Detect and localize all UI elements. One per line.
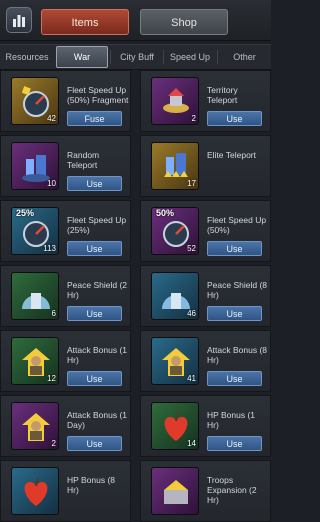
item-name: Territory Teleport (207, 85, 238, 105)
item-name: HP Bonus (1 Hr) (207, 410, 256, 430)
category-tabs: Resources War City Buff Speed Up Other (0, 44, 271, 70)
item-icon-frame: 25% 113 (11, 207, 59, 255)
item-icon-frame: 50% 52 (151, 207, 199, 255)
item-name: Troops Expansion (2 Hr) (207, 475, 257, 505)
item-name: Peace Shield (2 Hr) (67, 280, 128, 300)
item-card[interactable]: 6 Peace Shield (2 Hr) Use (0, 265, 131, 327)
tab-shop[interactable]: Shop (140, 9, 228, 35)
item-icon-frame (151, 467, 199, 515)
item-name: Attack Bonus (1 Hr) (67, 345, 128, 365)
item-count: 42 (47, 114, 56, 123)
bar-chart-icon (13, 15, 25, 27)
item-name: Peace Shield (8 Hr) (207, 280, 268, 300)
top-bar: Items Shop (0, 0, 271, 41)
item-count: 52 (187, 244, 196, 253)
troops-expansion-icon (164, 480, 188, 504)
item-count: 10 (47, 179, 56, 188)
subtab-war[interactable]: War (56, 46, 108, 68)
item-grid: 42 Fleet Speed Up (50%) Fragment Fuse 2 Terr… (0, 68, 271, 522)
subtab-city-buff[interactable]: City Buff (112, 45, 162, 69)
item-card[interactable]: 42 Fleet Speed Up (50%) Fragment Fuse (0, 70, 131, 132)
item-icon-frame: 12 (11, 337, 59, 385)
use-button[interactable]: Use (67, 176, 122, 191)
item-count: 12 (47, 374, 56, 383)
item-card[interactable]: 12 Attack Bonus (1 Hr) Use (0, 330, 131, 392)
percent-label: 50% (156, 208, 175, 218)
use-button[interactable]: Use (67, 241, 122, 256)
item-card[interactable]: 46 Peace Shield (8 Hr) Use (140, 265, 271, 327)
item-count: 6 (51, 309, 56, 318)
use-button[interactable]: Use (207, 306, 262, 321)
item-count: 14 (187, 439, 196, 448)
item-count: 46 (187, 309, 196, 318)
tab-items[interactable]: Items (41, 9, 129, 35)
item-icon-frame: 2 (11, 402, 59, 450)
soldier-icon (22, 413, 50, 441)
use-button[interactable]: Use (207, 436, 262, 451)
item-name: HP Bonus (8 Hr) (67, 475, 116, 495)
subtab-speed-up[interactable]: Speed Up (164, 45, 216, 69)
item-name: Elite Teleport (207, 150, 256, 160)
item-icon-frame: 41 (151, 337, 199, 385)
item-card[interactable]: 50% 52 Fleet Speed Up (50%) Use (140, 200, 271, 262)
item-count: 17 (187, 179, 196, 188)
item-card[interactable]: 17 Elite Teleport (140, 135, 271, 197)
fuse-button[interactable]: Fuse (67, 111, 122, 126)
use-button[interactable]: Use (67, 436, 122, 451)
item-name: Fleet Speed Up (50%) Fragment (67, 85, 129, 105)
item-count: 113 (43, 244, 56, 253)
item-name: Fleet Speed Up (25%) (67, 215, 127, 235)
item-card[interactable]: 41 Attack Bonus (8 Hr) Use (140, 330, 271, 392)
item-icon-frame: 17 (151, 142, 199, 190)
item-icon-frame: 42 (11, 77, 59, 125)
item-name: Fleet Speed Up (50%) (207, 215, 267, 235)
item-name: Attack Bonus (8 Hr) (207, 345, 268, 365)
use-button[interactable]: Use (207, 371, 262, 386)
use-button[interactable]: Use (67, 371, 122, 386)
item-card[interactable]: 14 HP Bonus (1 Hr) Use (140, 395, 271, 457)
item-card[interactable]: 25% 113 Fleet Speed Up (25%) Use (0, 200, 131, 262)
item-card[interactable]: 2 Territory Teleport Use (140, 70, 271, 132)
item-count: 2 (191, 114, 196, 123)
use-button[interactable]: Use (207, 111, 262, 126)
stats-button[interactable] (6, 7, 32, 33)
item-count: 2 (51, 439, 56, 448)
percent-label: 25% (16, 208, 35, 218)
item-name: Random Teleport (67, 150, 100, 170)
territory-teleport-icon (163, 88, 189, 113)
subtab-other[interactable]: Other (218, 45, 271, 69)
item-icon-frame (11, 467, 59, 515)
use-button[interactable]: Use (207, 241, 262, 256)
item-card[interactable]: Troops Expansion (2 Hr) (140, 460, 271, 522)
use-button[interactable]: Use (67, 306, 122, 321)
item-card[interactable]: HP Bonus (8 Hr) (0, 460, 131, 522)
subtab-resources[interactable]: Resources (0, 45, 54, 69)
item-icon-frame: 10 (11, 142, 59, 190)
item-icon-frame: 6 (11, 272, 59, 320)
item-name: Attack Bonus (1 Day) (67, 410, 128, 430)
heart-apple-icon (24, 477, 48, 506)
item-card[interactable]: 2 Attack Bonus (1 Day) Use (0, 395, 131, 457)
item-card[interactable]: 10 Random Teleport Use (0, 135, 131, 197)
shield-dome-icon (22, 293, 50, 309)
item-icon-frame: 14 (151, 402, 199, 450)
item-count: 41 (187, 374, 196, 383)
item-icon-frame: 2 (151, 77, 199, 125)
item-icon-frame: 46 (151, 272, 199, 320)
tab-divider (110, 50, 111, 64)
